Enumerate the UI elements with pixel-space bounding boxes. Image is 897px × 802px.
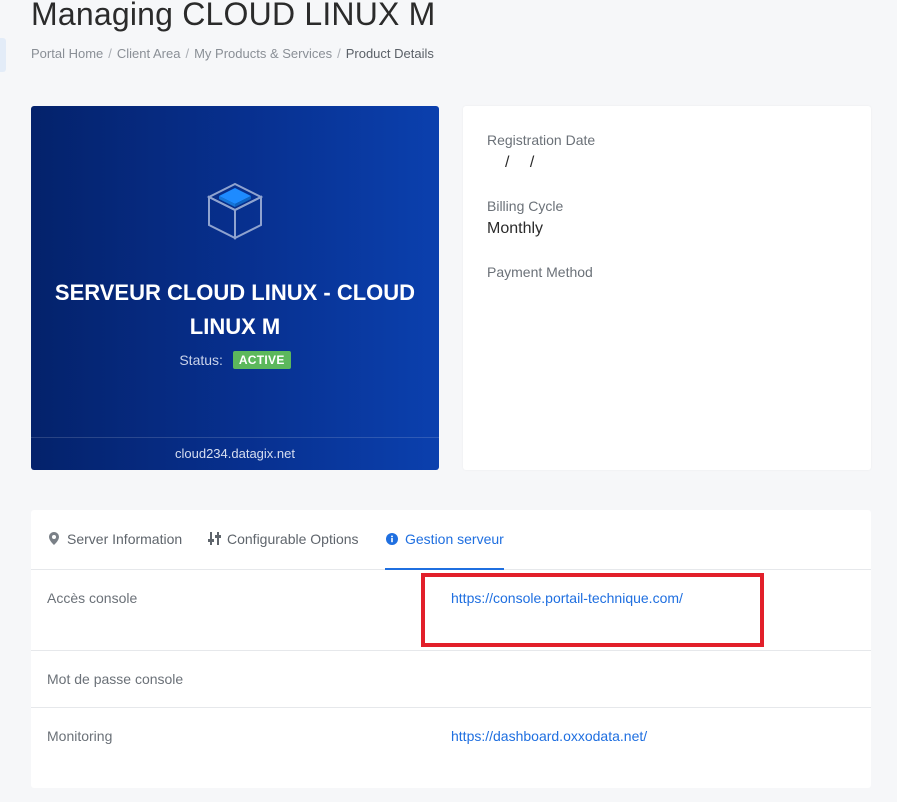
breadcrumb-current: Product Details bbox=[345, 46, 434, 61]
table-row: Accès console https://console.portail-te… bbox=[31, 570, 871, 651]
console-access-label: Accès console bbox=[47, 590, 138, 606]
tab-server-information[interactable]: Server Information bbox=[47, 510, 182, 570]
status-label: Status: bbox=[179, 352, 223, 368]
monitoring-link[interactable]: https://dashboard.oxxodata.net/ bbox=[451, 728, 647, 744]
tab-bar: Server Information Configurable Options … bbox=[31, 510, 871, 570]
billing-cycle-value: Monthly bbox=[487, 220, 544, 237]
tab-label: Server Information bbox=[67, 531, 183, 547]
sidebar-edge-indicator bbox=[0, 38, 6, 72]
info-circle-icon bbox=[385, 511, 399, 569]
product-card: SERVEUR CLOUD LINUX - CLOUD LINUX M Stat… bbox=[31, 106, 439, 470]
tab-label: Gestion serveur bbox=[405, 531, 504, 547]
billing-info-card: Registration Date / / Billing Cycle Mont… bbox=[463, 106, 871, 470]
payment-method-label: Payment Method bbox=[487, 264, 593, 280]
console-password-label: Mot de passe console bbox=[47, 671, 184, 687]
map-marker-icon bbox=[47, 511, 61, 569]
breadcrumb: Portal Home / Client Area / My Products & Se… bbox=[31, 46, 434, 61]
breadcrumb-my-products[interactable]: My Products & Services bbox=[194, 46, 332, 61]
breadcrumb-client-area[interactable]: Client Area bbox=[117, 46, 181, 61]
console-access-link[interactable]: https://console.portail-technique.com/ bbox=[451, 590, 683, 606]
billing-cycle-label: Billing Cycle bbox=[487, 198, 564, 214]
status-line: Status: ACTIVE bbox=[31, 351, 439, 369]
breadcrumb-separator: / bbox=[337, 46, 341, 61]
product-domain: cloud234.datagix.net bbox=[31, 437, 439, 470]
product-name: SERVEUR CLOUD LINUX - CLOUD LINUX M bbox=[54, 280, 416, 339]
monitoring-label: Monitoring bbox=[47, 728, 113, 744]
breadcrumb-separator: / bbox=[185, 46, 190, 61]
tab-configurable-options[interactable]: Configurable Options bbox=[207, 510, 359, 570]
tab-gestion-serveur[interactable]: Gestion serveur bbox=[385, 510, 504, 570]
page-title: Managing CLOUD LINUX M bbox=[31, 0, 436, 32]
table-row: Mot de passe console bbox=[31, 651, 871, 708]
status-badge: ACTIVE bbox=[232, 351, 291, 369]
sliders-icon bbox=[207, 511, 221, 569]
breadcrumb-portal-home[interactable]: Portal Home bbox=[31, 46, 103, 61]
tab-label: Configurable Options bbox=[227, 531, 359, 547]
registration-date-value: / / bbox=[505, 154, 535, 171]
cube-icon bbox=[206, 180, 264, 242]
registration-date-label: Registration Date bbox=[487, 132, 596, 148]
product-tabs-panel: Server Information Configurable Options … bbox=[31, 510, 871, 788]
table-row: Monitoring https://dashboard.oxxodata.ne… bbox=[31, 708, 871, 788]
breadcrumb-separator: / bbox=[108, 46, 112, 61]
